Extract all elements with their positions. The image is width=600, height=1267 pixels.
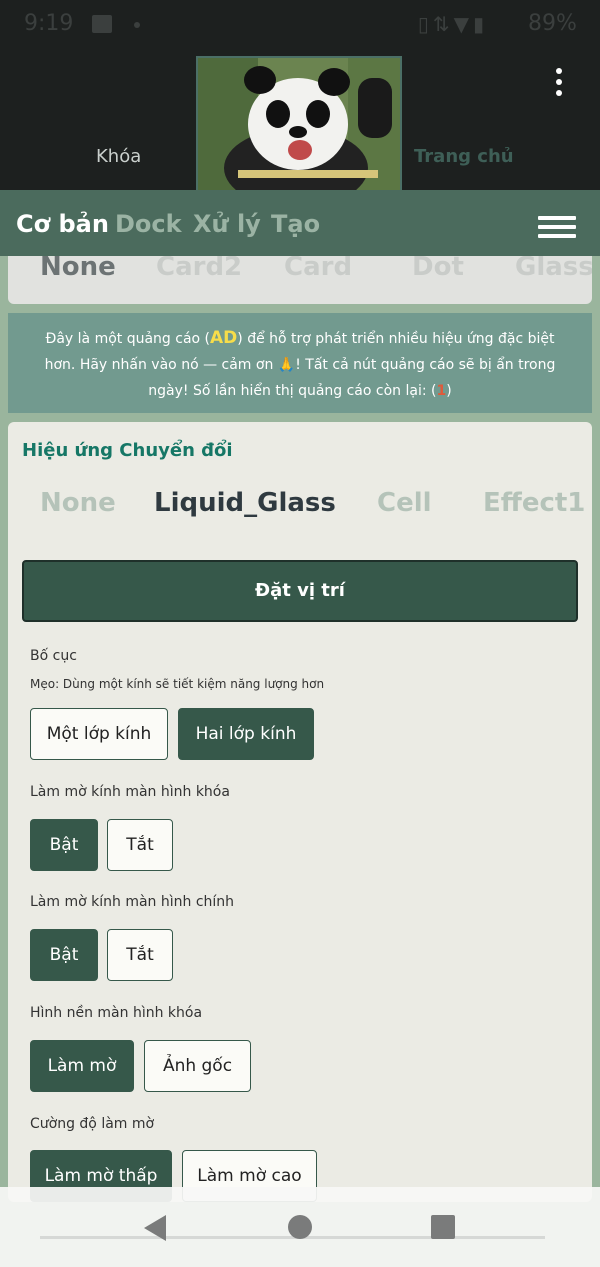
blur-home-off-button[interactable]: Tắt — [107, 929, 173, 981]
ad-banner[interactable]: Đây là một quảng cáo (AD) để hỗ trợ phát… — [8, 313, 592, 413]
style-option[interactable]: Card2 — [156, 256, 242, 282]
system-nav-bar — [0, 1187, 600, 1267]
ad-text: ) — [446, 383, 452, 399]
app-header: Khóa Trang chủ — [0, 52, 600, 192]
effect-option-effect1[interactable]: Effect1 — [483, 488, 585, 518]
layout-tip: Mẹo: Dùng một kính sẽ tiết kiệm năng lượ… — [30, 677, 325, 691]
lock-wallpaper-label: Hình nền màn hình khóa — [30, 1005, 203, 1021]
tab-create[interactable]: Tạo — [271, 210, 320, 238]
lock-screen-label[interactable]: Khóa — [96, 146, 141, 167]
tab-basic[interactable]: Cơ bản — [16, 210, 109, 238]
recents-icon[interactable] — [431, 1215, 455, 1239]
blur-home-label: Làm mờ kính màn hình chính — [30, 894, 235, 910]
ad-tag: AD — [210, 328, 238, 348]
back-icon[interactable] — [144, 1215, 166, 1241]
two-glass-layers-button[interactable]: Hai lớp kính — [178, 708, 314, 760]
style-option[interactable]: Glass — [515, 256, 592, 282]
status-bar: 9:19 ▯⇅▼▮ 89% — [0, 0, 600, 52]
layout-label: Bố cục — [30, 648, 77, 664]
panda-preview-image[interactable] — [196, 56, 402, 192]
panda-illustration — [198, 58, 400, 190]
style-option[interactable]: Card — [284, 256, 352, 282]
blur-home-on-button[interactable]: Bật — [30, 929, 98, 981]
blur-lock-label: Làm mờ kính màn hình khóa — [30, 784, 230, 800]
home-icon[interactable] — [288, 1215, 312, 1239]
dot-icon — [134, 22, 140, 28]
home-screen-label[interactable]: Trang chủ — [414, 146, 514, 167]
blur-lock-off-button[interactable]: Tắt — [107, 819, 173, 871]
battery-percent: 89% — [528, 11, 577, 36]
image-icon — [92, 15, 112, 33]
style-option[interactable]: None — [40, 256, 116, 282]
tab-process[interactable]: Xử lý — [193, 210, 261, 238]
more-options-icon[interactable] — [556, 68, 562, 101]
wallpaper-original-button[interactable]: Ảnh gốc — [144, 1040, 251, 1092]
tab-dock[interactable]: Dock — [115, 210, 182, 238]
wifi-icon: ▼ — [453, 12, 473, 36]
style-selector-row: None Card2 Card Dot Glass — [8, 256, 592, 304]
wallpaper-blur-button[interactable]: Làm mờ — [30, 1040, 134, 1092]
effect-option-cell[interactable]: Cell — [377, 488, 432, 518]
tab-bar: Cơ bản Dock Xử lý Tạo — [0, 190, 600, 256]
blur-lock-on-button[interactable]: Bật — [30, 819, 98, 871]
data-icon: ⇅ — [432, 12, 454, 36]
signal-icons: ▯⇅▼▮ — [418, 12, 488, 36]
set-position-button[interactable]: Đặt vị trí — [22, 560, 578, 622]
ad-text: Đây là một quảng cáo ( — [45, 331, 211, 347]
one-glass-layer-button[interactable]: Một lớp kính — [30, 708, 168, 760]
transition-effect-card: Hiệu ứng Chuyển đổi None Liquid_Glass Ce… — [8, 422, 592, 1202]
blur-strength-label: Cường độ làm mờ — [30, 1116, 155, 1132]
battery-icon: ▮ — [472, 12, 488, 36]
ad-remaining-count: 1 — [436, 383, 447, 399]
status-time: 9:19 — [24, 11, 74, 36]
effect-option-none[interactable]: None — [40, 488, 116, 518]
pray-icon: 🙏 — [277, 357, 296, 373]
vibrate-icon: ▯ — [417, 12, 433, 36]
menu-icon[interactable] — [538, 216, 576, 243]
section-title: Hiệu ứng Chuyển đổi — [22, 440, 233, 461]
effect-option-liquid-glass[interactable]: Liquid_Glass — [154, 488, 336, 518]
style-option[interactable]: Dot — [412, 256, 464, 282]
